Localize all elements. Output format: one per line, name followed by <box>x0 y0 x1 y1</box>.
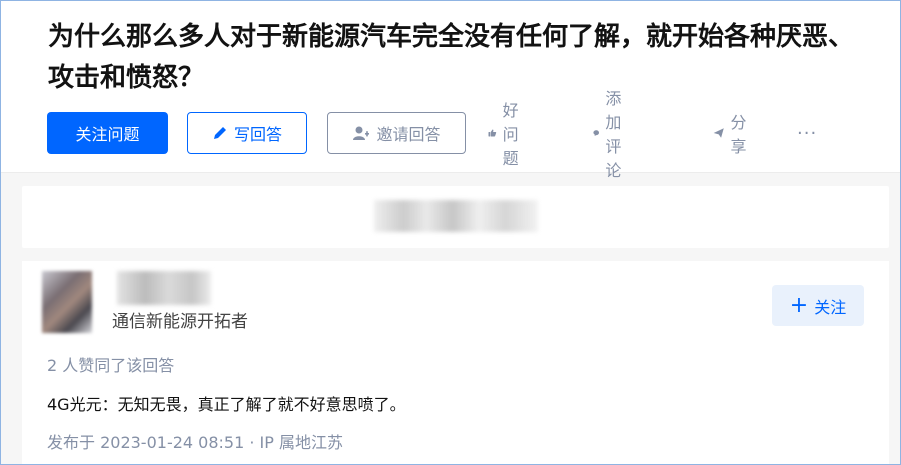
add-comment-label: 添加评论 <box>605 89 622 180</box>
follow-question-label: 关注问题 <box>75 125 140 144</box>
question-header: 为什么那么多人对于新能源汽车完全没有任何了解，就开始各种厌恶、攻击和愤怒？ 关注… <box>1 1 900 180</box>
share-icon <box>713 128 724 138</box>
share-label: 分享 <box>730 113 747 156</box>
pencil-icon <box>213 127 226 139</box>
invite-answer-button[interactable]: 邀请回答 <box>327 112 466 154</box>
thumbs-up-icon <box>488 129 497 137</box>
follow-author-button[interactable]: + 关注 <box>772 285 864 326</box>
invite-answer-label: 邀请回答 <box>376 125 441 144</box>
answer-meta[interactable]: 发布于 2023-01-24 08:51 · IP 属地江苏 <box>47 429 343 453</box>
more-icon: ··· <box>797 122 818 144</box>
follow-question-button[interactable]: 关注问题 <box>47 112 168 154</box>
share-button[interactable]: 分享 <box>713 112 752 156</box>
answer-card: 通信新能源开拓者 + 关注 2 人赞同了该回答 4G光元：无知无畏，真正了解了就… <box>22 261 889 465</box>
author-avatar[interactable] <box>42 271 92 333</box>
question-title: 为什么那么多人对于新能源汽车完全没有任何了解，就开始各种厌恶、攻击和愤怒？ <box>48 22 855 93</box>
likes-count[interactable]: 2 人赞同了该回答 <box>47 352 174 376</box>
blurred-banner-image <box>374 200 538 232</box>
write-answer-button[interactable]: 写回答 <box>187 112 307 154</box>
blurred-banner-card <box>22 186 889 248</box>
good-question-button[interactable]: 好问题 <box>488 101 527 168</box>
more-options-button[interactable]: ··· <box>797 112 817 154</box>
follow-author-label: 关注 <box>814 297 847 317</box>
add-comment-button[interactable]: 添加评论 <box>593 89 631 180</box>
author-bio: 通信新能源开拓者 <box>112 312 248 332</box>
good-question-label: 好问题 <box>502 101 519 168</box>
author-name-blurred[interactable] <box>117 271 211 305</box>
plus-icon: + <box>789 292 809 318</box>
comment-icon <box>593 130 600 137</box>
write-answer-label: 写回答 <box>233 125 282 144</box>
answer-content: 4G光元：无知无畏，真正了解了就不好意思喷了。 <box>47 395 406 414</box>
add-user-icon <box>353 126 370 140</box>
